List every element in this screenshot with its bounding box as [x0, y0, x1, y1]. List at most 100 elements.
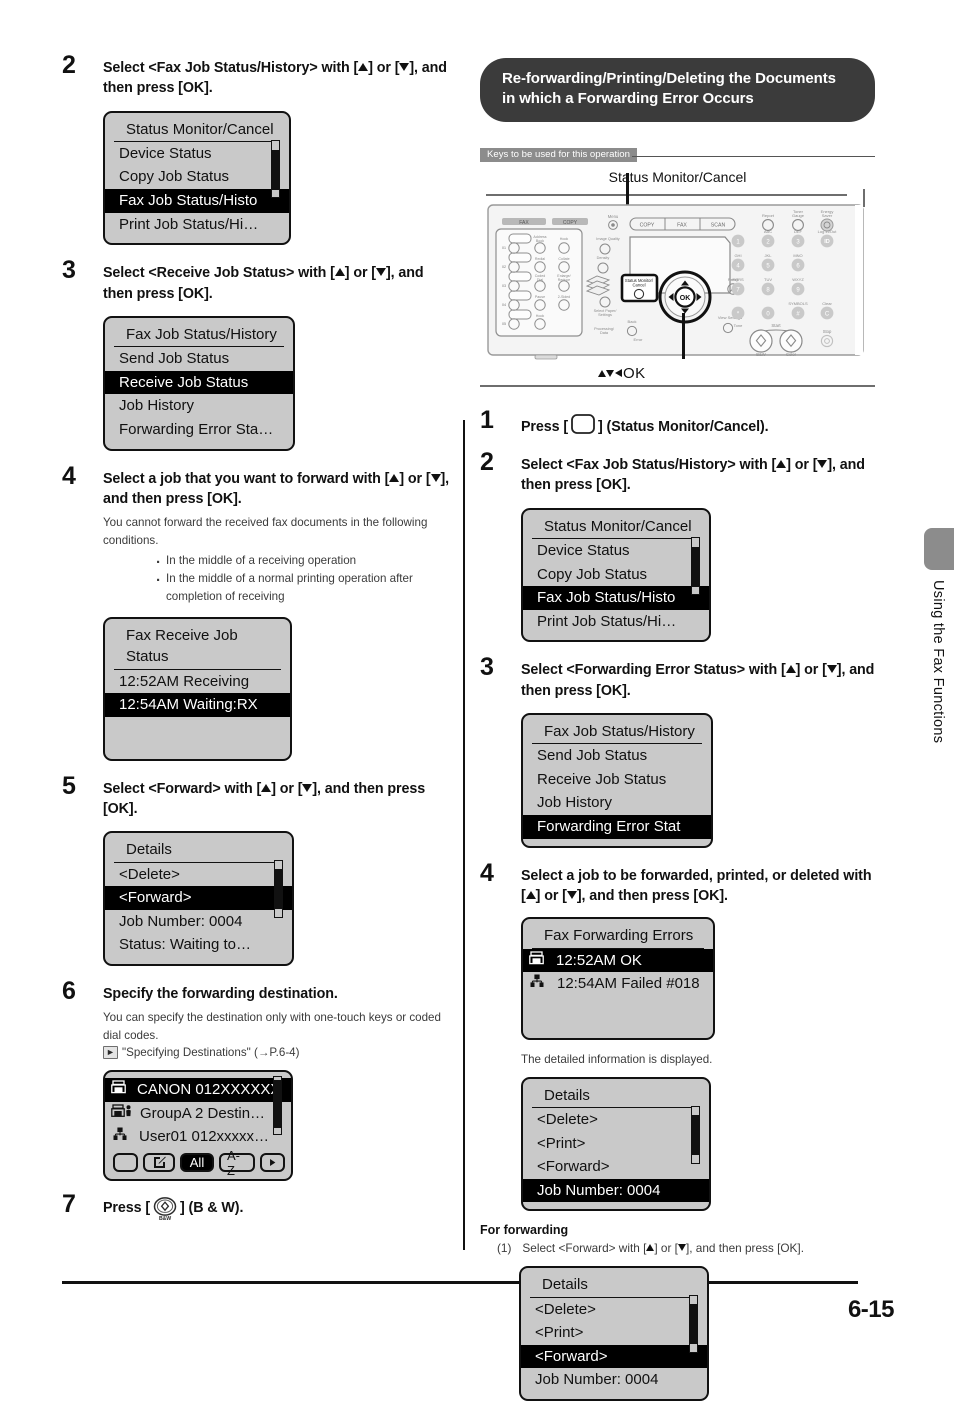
- step-7: 7 Press [ B&W ] (B & W).: [62, 1190, 454, 1222]
- svg-text:Image Quality: Image Quality: [596, 237, 620, 241]
- filter-az-key[interactable]: A-Z: [219, 1148, 255, 1178]
- svg-text:TUV: TUV: [764, 277, 772, 282]
- lcd-row: <Delete>: [537, 1110, 598, 1128]
- step-instruction: Specify the forwarding destination.: [103, 986, 338, 1003]
- lcd-row: Send Job Status: [119, 350, 230, 368]
- edit-pencil-icon[interactable]: [143, 1153, 175, 1173]
- instruction-part: ] (B & W).: [180, 1199, 244, 1216]
- svg-text:SYMBOLS: SYMBOLS: [788, 301, 808, 306]
- lcd-row: Device Status: [119, 144, 212, 162]
- lcd-row-selected: Job Number: 0004: [523, 1178, 709, 1203]
- play-arrow-icon[interactable]: [260, 1153, 285, 1173]
- lcd-row-selected: 12:54AM Waiting:RX: [105, 693, 290, 717]
- step-5: 5 Select <Forward> with [] or [], and th…: [62, 772, 454, 967]
- instruction-part: Select <Fax Job Status/History> with [: [521, 457, 777, 474]
- panel-svg: FAX COPY 0102 030405 AddressBook Hook Re…: [487, 204, 864, 360]
- lcd-row-selected: 12:52AM OK: [523, 948, 713, 973]
- bw-start-key-icon: B&W: [152, 1197, 178, 1222]
- down-arrow-icon: [302, 783, 313, 792]
- keys-label-rule: [632, 155, 875, 158]
- lcd-title: Fax Receive Job Status: [114, 625, 281, 670]
- instruction-part: ] or [: [368, 60, 400, 76]
- step-1: 1 Press [ ] (Status Monitor/Cancel).: [480, 406, 875, 441]
- destination-label: CANON 012XXXXXX: [137, 1081, 281, 1099]
- step-instruction: Select a job that you want to forward wi…: [103, 469, 454, 510]
- svg-text:Density: Density: [597, 256, 610, 260]
- right-column: Re-forwarding/Printing/Deleting the Docu…: [480, 58, 875, 1401]
- section-heading-banner: Re-forwarding/Printing/Deleting the Docu…: [480, 58, 875, 122]
- panel-callout-caption: Status Monitor/Cancel: [608, 168, 747, 185]
- svg-text:WXYZ: WXYZ: [792, 277, 804, 282]
- instruction-part: ] or [: [399, 470, 431, 487]
- for-forwarding-item: (1) Select <Forward> with [] or [], and …: [497, 1241, 875, 1255]
- instruction-part: ] (Status Monitor/Cancel).: [598, 418, 769, 435]
- svg-text:B&W: B&W: [159, 1216, 171, 1221]
- lcd-scrollbar-thumb: [275, 869, 282, 910]
- svg-text:COPY: COPY: [640, 222, 655, 228]
- lcd-row: <Delete>: [535, 1300, 596, 1318]
- instruction-part: Select <Forward> with [: [522, 1241, 647, 1256]
- lcd-row: 12:52AM Receiving: [119, 672, 250, 690]
- step-6: 6 Specify the forwarding destination. Yo…: [62, 977, 454, 1182]
- control-panel-illustration: FAX COPY 01 02 03 04 05 Address Book Hoo…: [480, 172, 875, 389]
- lcd-row: <Delete>: [119, 865, 180, 883]
- for-forwarding-heading: For forwarding: [480, 1223, 569, 1238]
- error-entry-label: 12:54AM Failed #018: [557, 975, 700, 993]
- svg-text:GHI: GHI: [734, 253, 741, 258]
- lcd-scrollbar: [271, 139, 280, 198]
- up-arrow-icon: [334, 268, 345, 277]
- nav-keys-caption: OK: [598, 365, 646, 382]
- step-4-right: 4 Select a job to be forwarded, printed,…: [480, 859, 875, 1212]
- svg-text:Tone: Tone: [734, 323, 743, 328]
- lcd-row: Print Job Status/Hi…: [119, 215, 259, 233]
- down-arrow-icon: [677, 1244, 686, 1252]
- lcd-row: <Print>: [537, 1134, 586, 1152]
- destination-label: User01 012xxxxx…: [139, 1128, 270, 1146]
- lcd-scrollbar-thumb: [690, 1304, 697, 1345]
- lcd-row: Status: Waiting to…: [119, 936, 251, 954]
- svg-text:Data: Data: [600, 331, 609, 335]
- lcd-row: <Print>: [535, 1324, 584, 1342]
- arrow-chip-icon: ►: [103, 1046, 118, 1060]
- down-arrow-icon: [375, 268, 386, 277]
- instruction-part: Select <Forwarding Error Status> with [: [521, 662, 786, 679]
- svg-text:Clear: Clear: [822, 301, 832, 306]
- svg-text:Start: Start: [771, 323, 781, 328]
- svg-text:Report: Report: [762, 213, 775, 218]
- svg-text:Pause: Pause: [535, 295, 545, 299]
- lcd-screen-forwarding-errors: Fax Forwarding Errors 12:52AM OK 12:54AM…: [521, 917, 715, 1040]
- lcd-row: Send Job Status: [537, 747, 648, 765]
- lcd-row: Copy Job Status: [119, 168, 230, 186]
- lcd-screen-details-2: Details <Delete> <Print> <Forward> Job N…: [521, 1076, 711, 1212]
- up-arrow-icon: [261, 783, 272, 792]
- step-instruction: Press [ B&W ] (B & W).: [103, 1197, 454, 1222]
- blank-key-icon[interactable]: [113, 1153, 138, 1173]
- lcd-scrollbar: [691, 536, 700, 595]
- step-instruction: Select <Receive Job Status> with [] or […: [103, 263, 454, 304]
- lcd-row: Job History: [119, 397, 195, 415]
- instruction-part: Select <Fax Job Status/History> with [: [103, 60, 359, 76]
- lcd-row-selected: <Forward>: [105, 886, 292, 910]
- step-number: 1: [480, 405, 494, 434]
- step-number: 3: [62, 256, 76, 285]
- chapter-tab-label: Using the Fax Functions: [930, 580, 946, 744]
- lcd-row: Job Number: 0004: [535, 1371, 659, 1389]
- down-arrow-icon: [399, 63, 410, 71]
- step-number: 4: [62, 461, 76, 490]
- down-arrow-icon: [430, 473, 441, 482]
- svg-text:JKL: JKL: [765, 253, 773, 258]
- instruction-part: ] or [: [795, 662, 827, 679]
- svg-text:Stop: Stop: [823, 329, 832, 334]
- filter-all-key[interactable]: All: [180, 1153, 214, 1173]
- fax-machine-icon: [529, 950, 544, 972]
- instruction-part: Select a job that you want to forward wi…: [103, 470, 390, 487]
- chapter-tab-marker: [924, 528, 954, 570]
- item-number: (1): [497, 1241, 512, 1256]
- svg-text:Collate: Collate: [558, 257, 569, 261]
- lcd-screen-fax-job-status: Fax Job Status/History Send Job Status R…: [103, 315, 295, 451]
- step-note: You can specify the destination only wit…: [103, 1011, 441, 1043]
- step-number: 2: [480, 448, 494, 477]
- lcd-row: Job History: [537, 794, 613, 812]
- svg-text:02: 02: [502, 265, 506, 269]
- manual-page: 2 Select <Fax Job Status/History> with […: [0, 0, 954, 1401]
